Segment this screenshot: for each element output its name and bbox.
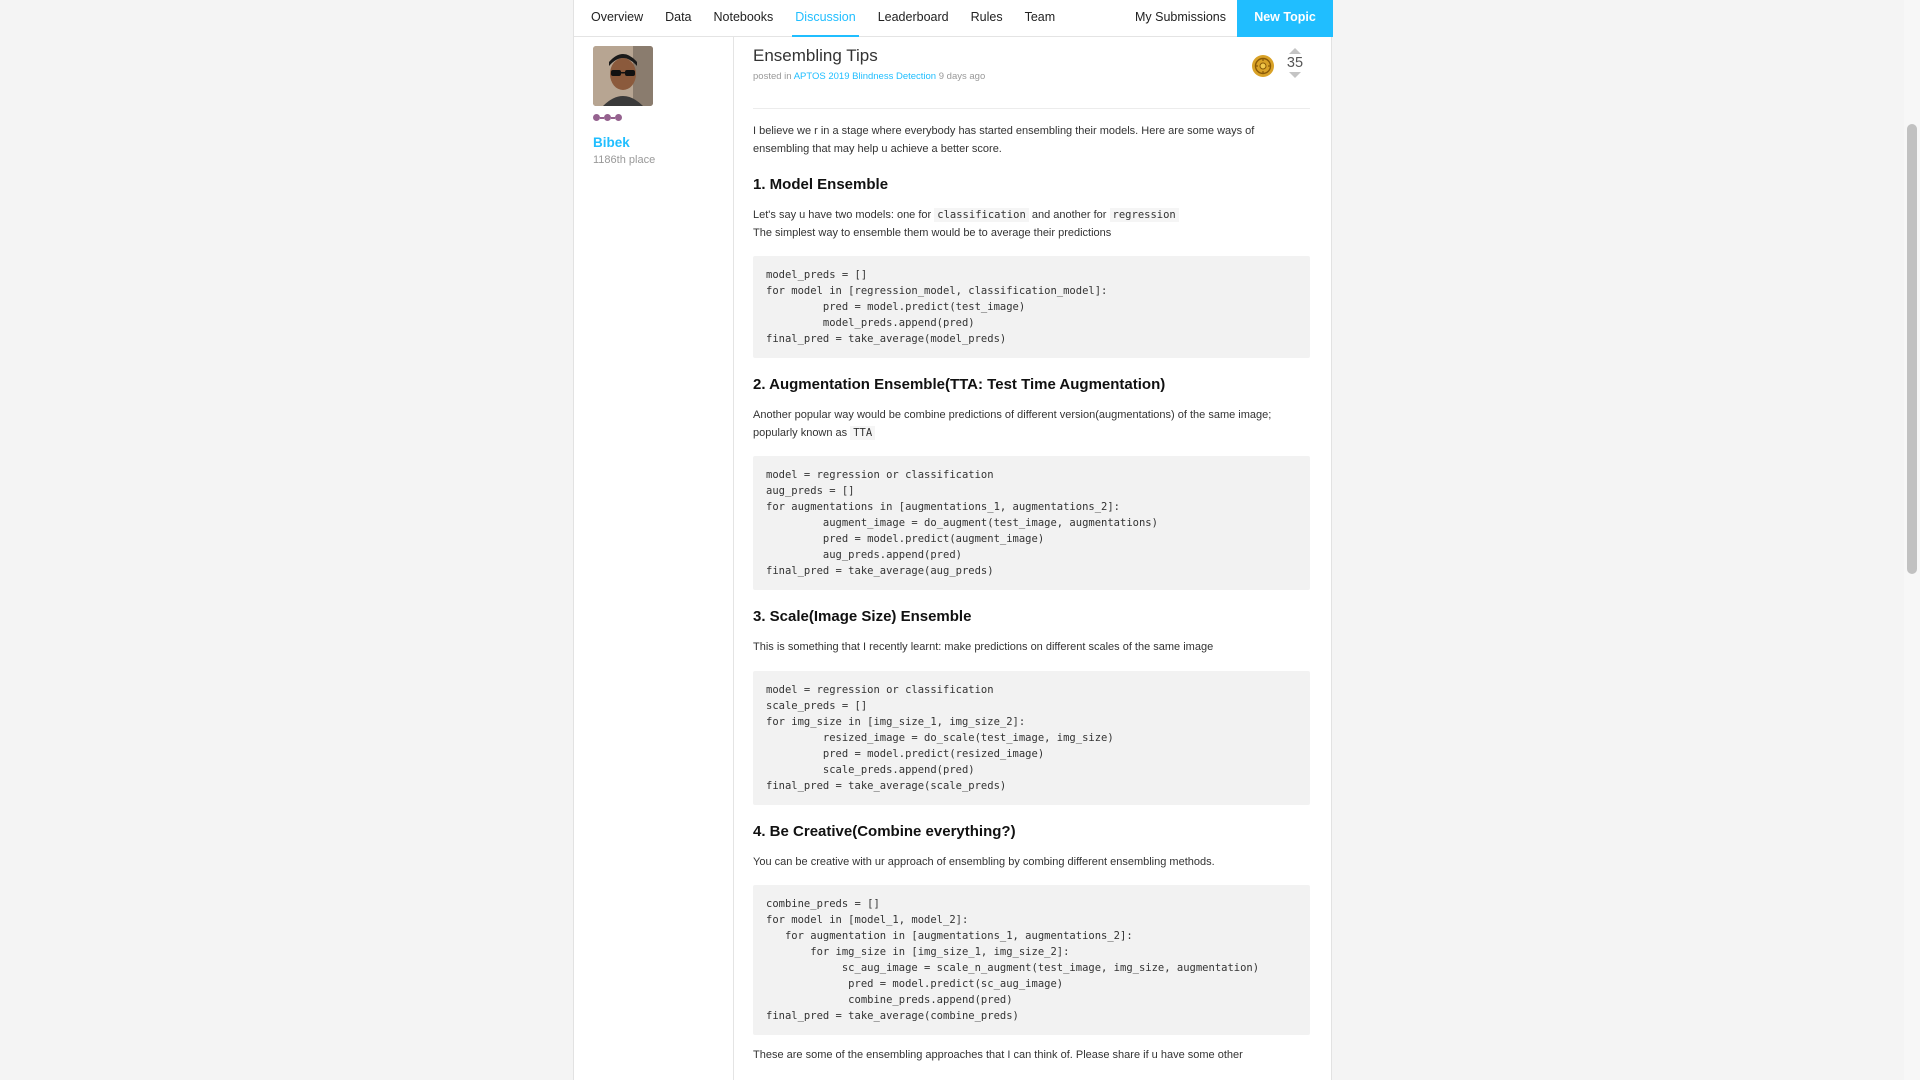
outro-paragraph: These are some of the ensembling approac… — [753, 1049, 1243, 1061]
my-submissions-link[interactable]: My Submissions — [1135, 0, 1226, 35]
paragraph: You can be creative with ur approach of … — [753, 855, 1215, 868]
post-time: 9 days ago — [938, 71, 986, 82]
code-block: model = regression or classification aug… — [753, 456, 1310, 590]
author-panel: Bibek 1186th place — [574, 37, 734, 1080]
new-topic-button[interactable]: New Topic — [1237, 0, 1333, 37]
tab-overview[interactable]: Overview — [588, 0, 646, 37]
paragraph: Another popular way would be combine pre… — [753, 409, 1272, 440]
inline-code: classification — [934, 208, 1029, 222]
discussion-frame: Overview Data Notebooks Discussion Leade… — [573, 0, 1333, 1080]
tab-team[interactable]: Team — [1022, 0, 1059, 37]
author-name[interactable]: Bibek — [593, 135, 630, 150]
scrollbar-thumb[interactable] — [1907, 124, 1917, 574]
author-rank: 1186th place — [593, 154, 656, 166]
code-block: model = regression or classification sca… — [753, 670, 1310, 805]
avatar[interactable] — [593, 46, 653, 106]
code-block: combine_preds = [] for model in [model_1… — [753, 885, 1310, 1035]
competition-nav: Overview Data Notebooks Discussion Leade… — [574, 0, 1333, 37]
inline-code: TTA — [850, 425, 876, 440]
post-meta: posted in APTOS 2019 Blindness Detection… — [753, 71, 985, 82]
avatar-image — [593, 46, 653, 106]
code-block: model_preds = [] for model in [regressio… — [753, 256, 1310, 358]
tab-rules[interactable]: Rules — [968, 0, 1006, 37]
section-heading: 1. Model Ensemble — [753, 176, 889, 193]
downvote-icon[interactable] — [1289, 72, 1301, 78]
section-heading: 2. Augmentation Ensemble(TTA: Test Time … — [753, 376, 1166, 393]
upvote-icon[interactable] — [1289, 48, 1301, 54]
post-title: Ensembling Tips — [753, 46, 878, 65]
tab-notebooks[interactable]: Notebooks — [711, 0, 777, 37]
competition-link[interactable]: APTOS 2019 Blindness Detection — [794, 71, 936, 82]
divider — [753, 108, 1310, 109]
tab-discussion[interactable]: Discussion — [792, 0, 859, 37]
section-heading: 4. Be Creative(Combine everything?) — [753, 822, 1016, 840]
posted-in-label: posted in — [753, 71, 792, 82]
post-body: I believe we r in a stage where everybod… — [753, 123, 1310, 1065]
vote-count: 35 — [1286, 55, 1304, 71]
vote-widget: 35 — [1284, 48, 1306, 78]
tier-indicator — [593, 114, 622, 121]
tab-leaderboard[interactable]: Leaderboard — [875, 0, 952, 37]
tab-data[interactable]: Data — [662, 0, 694, 37]
nav-links: Overview Data Notebooks Discussion Leade… — [588, 0, 1074, 37]
intro-paragraph: I believe we r in a stage where everybod… — [753, 125, 1255, 155]
page: Overview Data Notebooks Discussion Leade… — [0, 0, 1920, 1080]
paragraph: This is something that I recently learnt… — [753, 641, 1214, 653]
section-heading: 3. Scale(Image Size) Ensemble — [753, 608, 972, 625]
paragraph: Let's say u have two models: one for cla… — [753, 207, 1310, 242]
gold-medal-icon[interactable] — [1251, 54, 1275, 78]
page-scrollbar[interactable] — [1904, 0, 1920, 1080]
inline-code: regression — [1109, 208, 1179, 222]
